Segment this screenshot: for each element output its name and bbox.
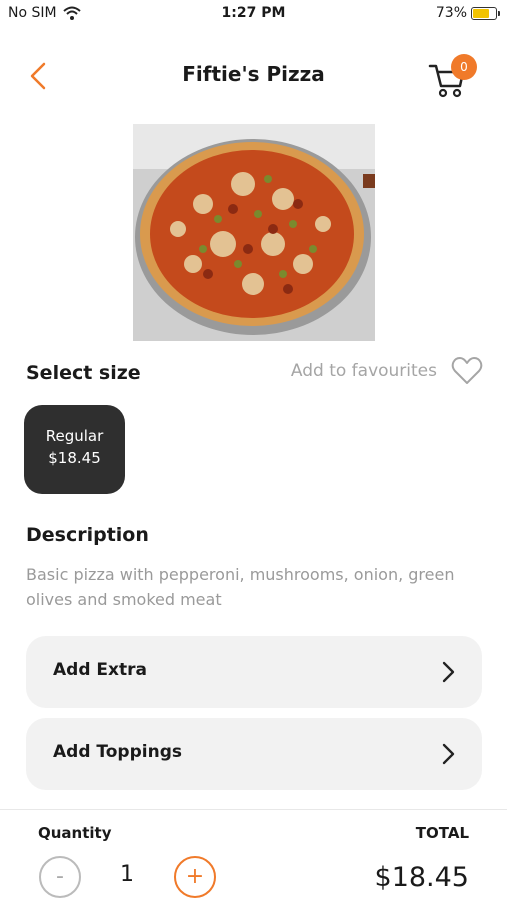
status-time: 1:27 PM xyxy=(221,5,286,21)
chevron-right-icon xyxy=(442,661,455,683)
quantity-value: 1 xyxy=(120,862,134,887)
battery-fill xyxy=(473,8,490,18)
increase-quantity-button[interactable]: + xyxy=(174,856,216,898)
pizza-illustration xyxy=(133,124,375,341)
battery-percent: 73% xyxy=(435,5,467,21)
description-title: Description xyxy=(26,524,149,546)
status-right: 73% xyxy=(435,5,500,21)
footer-divider xyxy=(0,809,507,810)
size-option-regular[interactable]: Regular $18.45 xyxy=(24,405,125,494)
decrease-quantity-button[interactable]: - xyxy=(39,856,81,898)
add-toppings-button[interactable]: Add Toppings xyxy=(26,718,482,790)
chevron-right-icon xyxy=(442,743,455,765)
size-option-price: $18.45 xyxy=(48,449,101,467)
size-option-name: Regular xyxy=(45,427,104,445)
cart-button[interactable]: 0 xyxy=(427,52,477,98)
add-to-favourites-label: Add to favourites xyxy=(290,361,437,381)
add-to-favourites-button[interactable]: Add to favourites xyxy=(291,356,483,386)
pizza-photo xyxy=(133,124,375,341)
add-extra-label: Add Extra xyxy=(53,660,147,680)
status-bar: No SIM 1:27 PM 73% xyxy=(0,0,507,28)
add-extra-button[interactable]: Add Extra xyxy=(26,636,482,708)
description-text: Basic pizza with pepperoni, mushrooms, o… xyxy=(26,565,455,609)
add-toppings-label: Add Toppings xyxy=(53,742,182,762)
cart-count-badge: 0 xyxy=(451,54,477,80)
quantity-label: Quantity xyxy=(38,824,112,842)
total-label: TOTAL xyxy=(415,824,469,842)
total-price: $18.45 xyxy=(374,862,469,893)
battery-icon xyxy=(471,6,500,20)
heart-icon xyxy=(451,357,483,384)
select-size-label: Select size xyxy=(26,362,141,384)
header: Fiftie's Pizza 0 xyxy=(0,50,507,102)
